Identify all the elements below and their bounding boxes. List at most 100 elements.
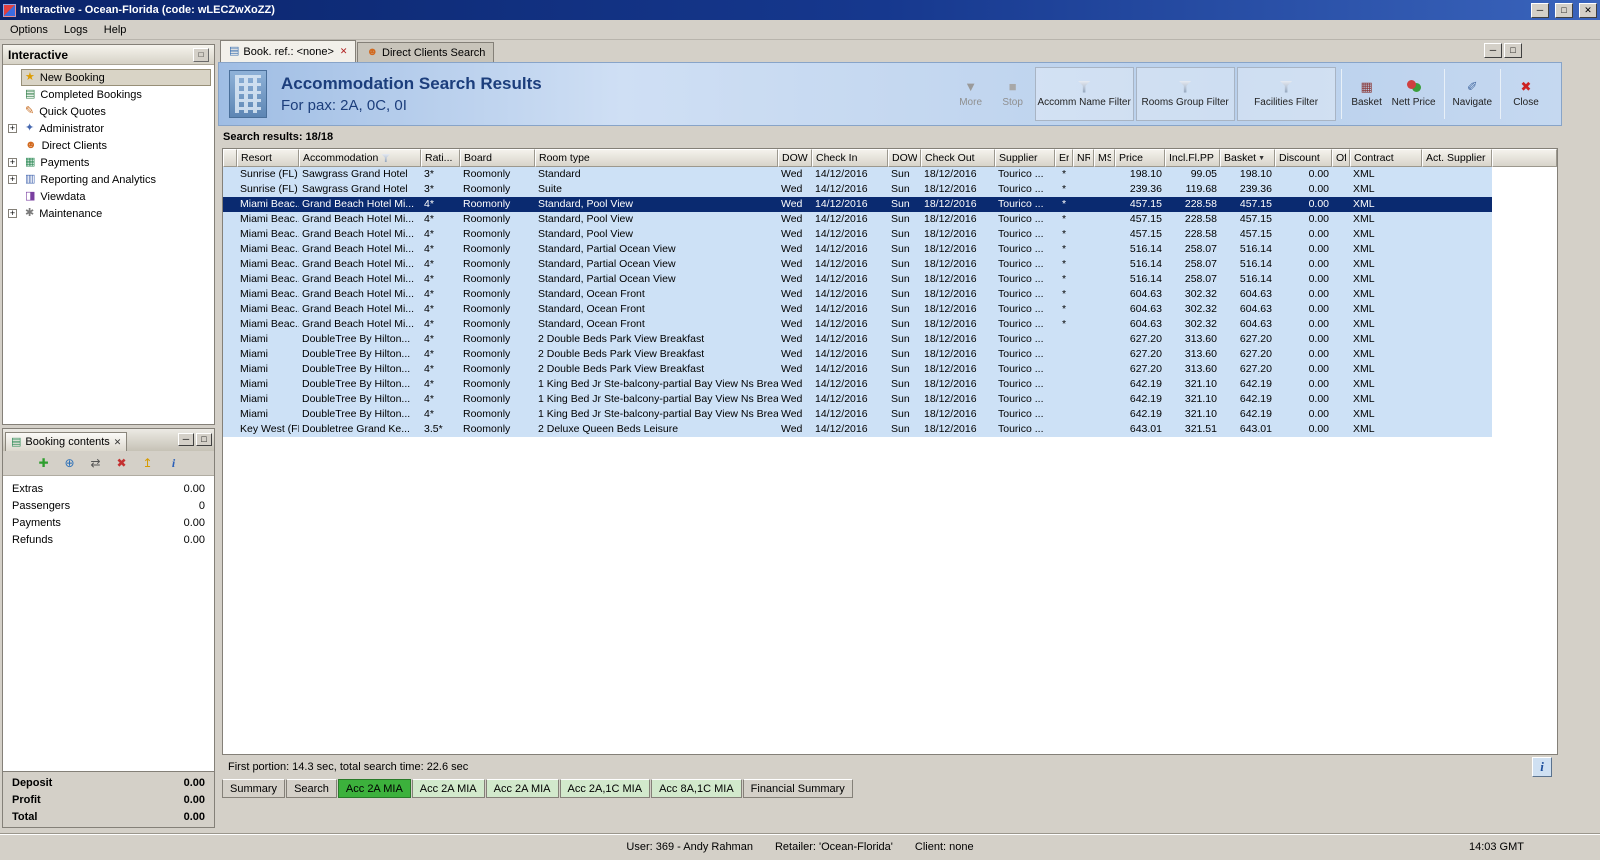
column-header-of[interactable]: Of bbox=[1332, 149, 1350, 167]
booking-minimize-button[interactable]: ─ bbox=[178, 432, 194, 446]
delete-button[interactable]: ✖ bbox=[113, 454, 131, 472]
sidebar-item-completed-bookings[interactable]: ▤ Completed Bookings bbox=[3, 86, 214, 103]
expand-icon[interactable]: + bbox=[8, 158, 17, 167]
table-cell: 604.63 bbox=[1129, 303, 1162, 315]
column-header-room-type[interactable]: Room type bbox=[535, 149, 778, 167]
table-row[interactable]: Miami DoubleTree By Hilton... 4* Roomonly 1 … bbox=[223, 377, 1492, 392]
menu-help[interactable]: Help bbox=[96, 22, 135, 38]
rooms-group-filter-button[interactable]: Rooms Group Filter bbox=[1135, 67, 1235, 121]
bottom-tab-summary[interactable]: Summary bbox=[222, 779, 286, 798]
column-header-resort[interactable]: Resort bbox=[237, 149, 299, 167]
table-cell: 4* bbox=[424, 288, 434, 300]
table-row[interactable]: Miami Beac... Grand Beach Hotel Mi... 4* Ro… bbox=[223, 242, 1492, 257]
new-booking-icon: ★ bbox=[25, 71, 35, 83]
column-header-price[interactable]: Price bbox=[1115, 149, 1165, 167]
table-cell: 99.05 bbox=[1190, 168, 1217, 180]
minimize-button[interactable]: ─ bbox=[1531, 2, 1549, 18]
clients-tab-icon: ☻ bbox=[366, 46, 379, 58]
column-filter-icon[interactable] bbox=[381, 154, 391, 162]
column-header-er[interactable]: Er bbox=[1055, 149, 1073, 167]
column-header-check-in[interactable]: Check In bbox=[812, 149, 888, 167]
sidebar-item-maintenance[interactable]: + ✱ Maintenance bbox=[3, 205, 214, 222]
close-button[interactable]: ✖ Close bbox=[1505, 67, 1547, 121]
table-cell: 321.51 bbox=[1184, 423, 1217, 435]
transfer-button[interactable]: ⇄ bbox=[87, 454, 105, 472]
booking-maximize-button[interactable]: □ bbox=[196, 432, 212, 446]
column-header-nr[interactable]: NR bbox=[1073, 149, 1094, 167]
booking-row-value: 0.00 bbox=[183, 533, 205, 546]
bottom-tab-acc-2a-mia[interactable]: Acc 2A MIA bbox=[411, 779, 485, 798]
column-header-check-out[interactable]: Check Out bbox=[921, 149, 995, 167]
sidebar-collapse-button[interactable]: □ bbox=[193, 47, 209, 62]
export-button[interactable]: ↥ bbox=[139, 454, 157, 472]
table-row[interactable]: Miami Beac... Grand Beach Hotel Mi... 4* Ro… bbox=[223, 317, 1492, 332]
sidebar-item-viewdata[interactable]: ◨ Viewdata bbox=[3, 188, 214, 205]
navigate-button[interactable]: ✐ Navigate bbox=[1449, 67, 1496, 121]
column-header-discount[interactable]: Discount bbox=[1275, 149, 1332, 167]
table-row[interactable]: Miami Beac... Grand Beach Hotel Mi... 4* Ro… bbox=[223, 302, 1492, 317]
menu-options[interactable]: Options bbox=[2, 22, 56, 38]
column-header-supplier[interactable]: Supplier bbox=[995, 149, 1055, 167]
tab-close-icon[interactable]: ✕ bbox=[340, 46, 348, 57]
table-row[interactable]: Miami DoubleTree By Hilton... 4* Roomonly 1 … bbox=[223, 392, 1492, 407]
add-button[interactable]: ✚ bbox=[35, 454, 53, 472]
bottom-tab-acc-8a-1c-mia[interactable]: Acc 8A,1C MIA bbox=[651, 779, 742, 798]
sidebar-item-direct-clients[interactable]: ☻ Direct Clients bbox=[3, 137, 214, 154]
bottom-tab-acc-2a-mia[interactable]: Acc 2A MIA bbox=[337, 779, 411, 798]
expand-icon[interactable]: + bbox=[8, 175, 17, 184]
column-header-board[interactable]: Board bbox=[460, 149, 535, 167]
info-button[interactable]: i bbox=[1532, 757, 1552, 777]
info-button[interactable]: i bbox=[165, 454, 183, 472]
table-row[interactable]: Miami DoubleTree By Hilton... 4* Roomonly 2 … bbox=[223, 347, 1492, 362]
column-header-ms[interactable]: MS bbox=[1094, 149, 1115, 167]
sidebar-item-administrator[interactable]: + ✦ Administrator bbox=[3, 120, 214, 137]
table-row[interactable]: Sunrise (FL) Sawgrass Grand Hotel 3* Roomon… bbox=[223, 182, 1492, 197]
sidebar-item-quick-quotes[interactable]: ✎ Quick Quotes bbox=[3, 103, 214, 120]
tab-book-ref-none[interactable]: ▤ Book. ref.: <none> ✕ bbox=[220, 40, 357, 62]
web-button[interactable]: ⊕ bbox=[61, 454, 79, 472]
tab-direct-clients-search[interactable]: ☻ Direct Clients Search bbox=[357, 42, 495, 62]
close-window-button[interactable]: ✕ bbox=[1579, 2, 1597, 18]
column-header-dow[interactable]: DOW bbox=[778, 149, 812, 167]
bottom-tab-acc-2a-mia[interactable]: Acc 2A MIA bbox=[485, 779, 559, 798]
column-header-basket[interactable]: Basket ▼ bbox=[1220, 149, 1275, 167]
table-row[interactable]: Miami Beac... Grand Beach Hotel Mi... 4* Ro… bbox=[223, 257, 1492, 272]
table-row[interactable]: Miami DoubleTree By Hilton... 4* Roomonly 2 … bbox=[223, 362, 1492, 377]
sidebar-item-reporting-and-analytics[interactable]: + ▥ Reporting and Analytics bbox=[3, 171, 214, 188]
table-row[interactable]: Miami Beac... Grand Beach Hotel Mi... 4* Ro… bbox=[223, 197, 1492, 212]
table-row[interactable]: Miami DoubleTree By Hilton... 4* Roomonly 2 … bbox=[223, 332, 1492, 347]
table-cell: 604.63 bbox=[1239, 303, 1272, 315]
column-header-contract[interactable]: Contract bbox=[1350, 149, 1422, 167]
table-row[interactable]: Miami Beac... Grand Beach Hotel Mi... 4* Ro… bbox=[223, 287, 1492, 302]
table-row[interactable]: Miami Beac... Grand Beach Hotel Mi... 4* Ro… bbox=[223, 272, 1492, 287]
booking-contents-tab[interactable]: ▤ Booking contents ✕ bbox=[5, 432, 128, 451]
column-header-dow[interactable]: DOW bbox=[888, 149, 921, 167]
expand-icon[interactable]: + bbox=[8, 124, 17, 133]
facilities-filter-button[interactable]: Facilities Filter bbox=[1236, 67, 1336, 121]
nett-price-button[interactable]: Nett Price bbox=[1388, 67, 1440, 121]
bottom-tab-financial-summary[interactable]: Financial Summary bbox=[742, 779, 853, 798]
bottom-tab-search[interactable]: Search bbox=[286, 779, 337, 798]
sidebar-item-new-booking[interactable]: ★ New Booking bbox=[3, 69, 214, 86]
column-header-rati[interactable]: Rati... bbox=[421, 149, 460, 167]
maximize-button[interactable]: □ bbox=[1555, 2, 1573, 18]
sidebar-item-payments[interactable]: + ▦ Payments bbox=[3, 154, 214, 171]
basket-button[interactable]: ▦ Basket bbox=[1346, 67, 1388, 121]
booking-contents-close-icon[interactable]: ✕ bbox=[114, 437, 122, 448]
table-row[interactable]: Miami Beac... Grand Beach Hotel Mi... 4* Ro… bbox=[223, 227, 1492, 242]
table-cell bbox=[1073, 302, 1094, 317]
table-row[interactable]: Sunrise (FL) Sawgrass Grand Hotel 3* Roomon… bbox=[223, 167, 1492, 182]
column-header-act-supplier[interactable]: Act. Supplier bbox=[1422, 149, 1492, 167]
column-header-incl-fl-pp[interactable]: Incl.Fl.PP bbox=[1165, 149, 1220, 167]
column-header-accommodation[interactable]: Accommodation bbox=[299, 149, 421, 167]
expand-icon[interactable]: + bbox=[8, 209, 17, 218]
table-row[interactable]: Miami DoubleTree By Hilton... 4* Roomonly 1 … bbox=[223, 407, 1492, 422]
accomm-name-filter-button[interactable]: Accomm Name Filter bbox=[1034, 67, 1134, 121]
bottom-tab-acc-2a-1c-mia[interactable]: Acc 2A,1C MIA bbox=[559, 779, 651, 798]
table-row[interactable]: Miami Beac... Grand Beach Hotel Mi... 4* Ro… bbox=[223, 212, 1492, 227]
table-row[interactable]: Key West (FL)Doubletree Grand Ke... 3.5* R… bbox=[223, 422, 1492, 437]
mdi-minimize-button[interactable]: ─ bbox=[1484, 43, 1502, 58]
table-cell: Roomonly bbox=[463, 213, 511, 225]
menu-logs[interactable]: Logs bbox=[56, 22, 96, 38]
mdi-restore-button[interactable]: □ bbox=[1504, 43, 1522, 58]
